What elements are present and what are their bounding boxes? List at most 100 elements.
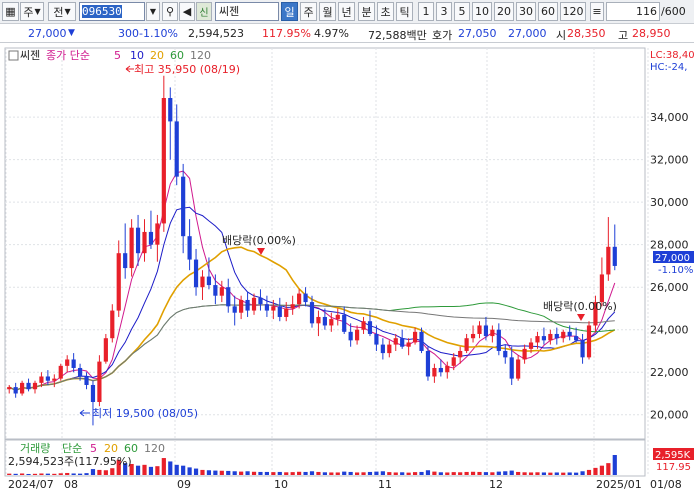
candle-body — [567, 331, 572, 337]
interval-label: 3 — [440, 5, 448, 18]
candle-body — [103, 338, 108, 362]
candle-body — [71, 359, 76, 368]
volume-bar — [20, 473, 25, 475]
period-second-button[interactable]: 초 — [377, 2, 394, 21]
volume-bar — [52, 473, 57, 475]
price-tick-label: 22,000 — [650, 366, 689, 379]
candle-body — [387, 344, 392, 354]
lc-label: LC:38,40 — [650, 50, 694, 61]
candle-body — [193, 259, 199, 288]
interval-60-button[interactable]: 60 — [538, 2, 558, 21]
interval-1-button[interactable]: 1 — [418, 2, 434, 21]
sound-button[interactable]: ◀ — [179, 2, 195, 21]
volume-bar — [528, 472, 534, 475]
period-minute-button[interactable]: 분 — [358, 2, 375, 21]
vol-ma60: 60 — [124, 442, 138, 455]
volume-bar — [251, 471, 257, 475]
candle-body — [516, 359, 521, 379]
window-icon[interactable]: ▦ — [2, 2, 19, 21]
volume-bar — [612, 455, 617, 475]
grid-icon[interactable] — [8, 50, 19, 61]
interval-5-button[interactable]: 5 — [454, 2, 470, 21]
candle-body — [232, 306, 237, 313]
volume-bar — [425, 470, 431, 475]
price-tick-label: 34,000 — [650, 111, 689, 124]
code-dropdown-button[interactable]: ▼ — [146, 2, 160, 21]
period-label: 초 — [380, 5, 391, 19]
candle-body — [277, 306, 282, 317]
volume-bar — [232, 471, 237, 475]
candle-body — [400, 338, 405, 347]
search-button[interactable]: ⚲ — [162, 2, 178, 21]
volume-bar — [541, 472, 547, 475]
settings-button[interactable]: ≡ — [590, 2, 604, 21]
stock-name-field[interactable]: 씨젠 — [215, 2, 279, 21]
volume-bar — [574, 472, 579, 475]
interval-10-button[interactable]: 10 — [472, 2, 492, 21]
candle-body — [438, 367, 443, 373]
legend-series: 종가 단순 — [46, 49, 90, 62]
candle-body — [219, 287, 224, 296]
volume-bar — [193, 468, 199, 475]
volume-bar — [438, 472, 443, 475]
volume-bar — [322, 472, 327, 475]
candle-body — [483, 325, 489, 337]
bid-price: 27,000 — [508, 27, 547, 40]
period-month-button[interactable]: 월 — [319, 2, 336, 21]
price-tick-label: 32,000 — [650, 154, 689, 167]
volume-bar — [309, 471, 315, 475]
market-select[interactable]: 주 ▼ — [20, 2, 44, 21]
candle-body — [135, 227, 141, 254]
volume-bar — [419, 471, 424, 475]
count-field[interactable]: 116 — [606, 2, 660, 21]
ask-price: 27,050 — [458, 27, 497, 40]
candle-body — [155, 223, 160, 245]
current-price: 27,000 — [28, 27, 67, 40]
volume-bar — [490, 472, 495, 475]
candle-body — [58, 365, 63, 379]
stock-code-input[interactable]: 096530 — [79, 2, 145, 21]
candle-body — [380, 344, 385, 354]
candle-body — [503, 350, 508, 358]
trade-amount: 72,588백만 — [368, 29, 427, 42]
volume-bar — [290, 472, 295, 475]
legend-ma120: 120 — [190, 49, 211, 62]
candle-body — [187, 236, 192, 260]
price-change: 300 — [118, 27, 139, 40]
interval-30-button[interactable]: 30 — [516, 2, 536, 21]
price-chart[interactable]: 34,000 32,000 30,000 28,000 26,000 24,000 22,0… — [0, 44, 694, 492]
volume-bar — [219, 470, 224, 475]
volume-bar — [516, 471, 521, 475]
volume-bar — [470, 471, 476, 475]
interval-label: 5 — [458, 5, 466, 18]
volume-bar — [200, 469, 205, 475]
candle-body — [528, 342, 534, 349]
candle-body — [181, 176, 186, 237]
date-tick-label: 11 — [378, 478, 392, 491]
interval-3-button[interactable]: 3 — [436, 2, 452, 21]
candle-body — [348, 331, 353, 341]
dividend-annotation: 배당락(0.00%) — [543, 300, 617, 313]
volume-bar — [297, 471, 302, 475]
hc-label: HC:-24, — [650, 62, 687, 73]
volume-bar — [464, 471, 469, 475]
volume-bar — [316, 471, 321, 475]
period-year-button[interactable]: 년 — [338, 2, 355, 21]
volume-bar — [432, 471, 437, 475]
vol-ma120: 120 — [144, 442, 165, 455]
date-tick-label: 2024/07 — [8, 478, 54, 491]
period-week-button[interactable]: 주 — [300, 2, 317, 21]
volume-bar — [342, 471, 347, 475]
code-value: 096530 — [82, 5, 122, 18]
volume-bar — [451, 472, 456, 475]
volume-bar — [135, 465, 141, 475]
interval-120-button[interactable]: 120 — [560, 2, 586, 21]
toolbar: ▦ 주 ▼ 전 ▼ 096530 ▼ ⚲ ◀ 신 씨젠 일 주 월 년 분 초 틱 … — [0, 0, 694, 24]
type-select[interactable]: 전 ▼ — [48, 2, 76, 21]
period-tick-button[interactable]: 틱 — [396, 2, 413, 21]
price-tick-label: 30,000 — [650, 196, 689, 209]
volume-bar — [26, 473, 31, 475]
volume-bar — [580, 471, 585, 475]
period-day-button[interactable]: 일 — [281, 2, 298, 21]
interval-20-button[interactable]: 20 — [494, 2, 514, 21]
